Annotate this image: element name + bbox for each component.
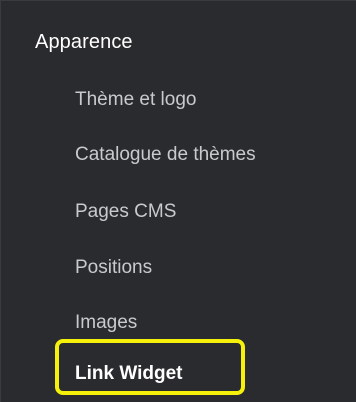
sidebar-item-theme-logo[interactable]: Thème et logo — [75, 89, 196, 111]
sidebar-item-link-widget[interactable]: Link Widget — [75, 363, 183, 385]
sidebar-section-apparence[interactable]: Apparence — [35, 31, 133, 54]
sidebar-item-images[interactable]: Images — [75, 312, 137, 334]
sidebar-item-theme-catalog[interactable]: Catalogue de thèmes — [75, 144, 256, 166]
sidebar-panel: Apparence Thème et logo Catalogue de thè… — [0, 0, 356, 402]
sidebar-item-positions[interactable]: Positions — [75, 257, 152, 279]
sidebar-item-cms-pages[interactable]: Pages CMS — [75, 201, 176, 223]
